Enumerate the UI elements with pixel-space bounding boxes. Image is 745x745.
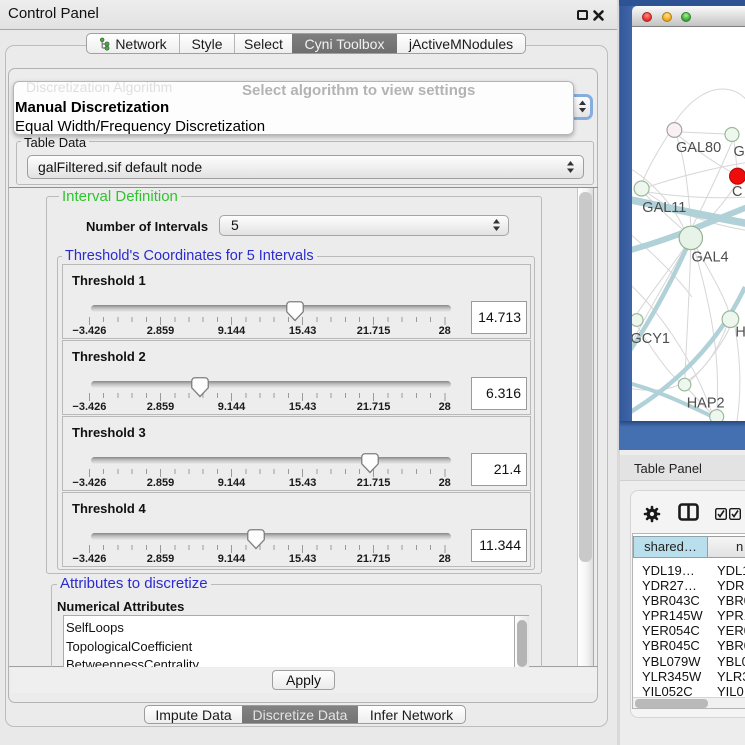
svg-text:C: C xyxy=(732,184,742,200)
svg-text:GA: GA xyxy=(734,144,745,160)
svg-text:GAL80: GAL80 xyxy=(676,140,721,156)
svg-text:HAP2: HAP2 xyxy=(687,396,725,412)
svg-text:GAL11: GAL11 xyxy=(642,200,686,216)
svg-text:H: H xyxy=(735,325,745,341)
svg-text:GAL4: GAL4 xyxy=(692,250,729,266)
svg-text:GCY1: GCY1 xyxy=(632,331,670,347)
